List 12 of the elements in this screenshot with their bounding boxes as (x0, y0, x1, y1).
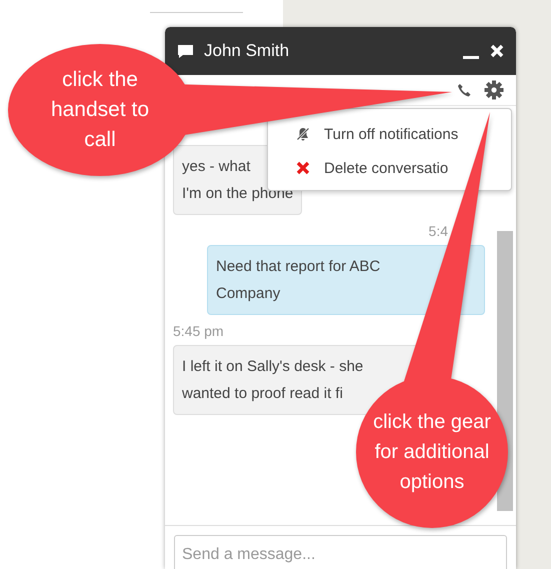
settings-icon[interactable] (484, 80, 504, 100)
window-title: John Smith (204, 41, 290, 61)
close-icon[interactable] (490, 44, 504, 58)
message-bubble: Need that report for ABC Company (207, 245, 485, 315)
message-input[interactable]: Send a message... (174, 535, 507, 569)
message-time: 5:45 pm (173, 323, 224, 339)
bell-off-icon (296, 127, 310, 141)
delete-icon (296, 161, 310, 175)
phone-icon[interactable] (457, 82, 472, 98)
chat-icon (177, 44, 194, 58)
callout-text: click the handset to call (50, 67, 150, 153)
message-time: 5:4 (428, 223, 448, 239)
